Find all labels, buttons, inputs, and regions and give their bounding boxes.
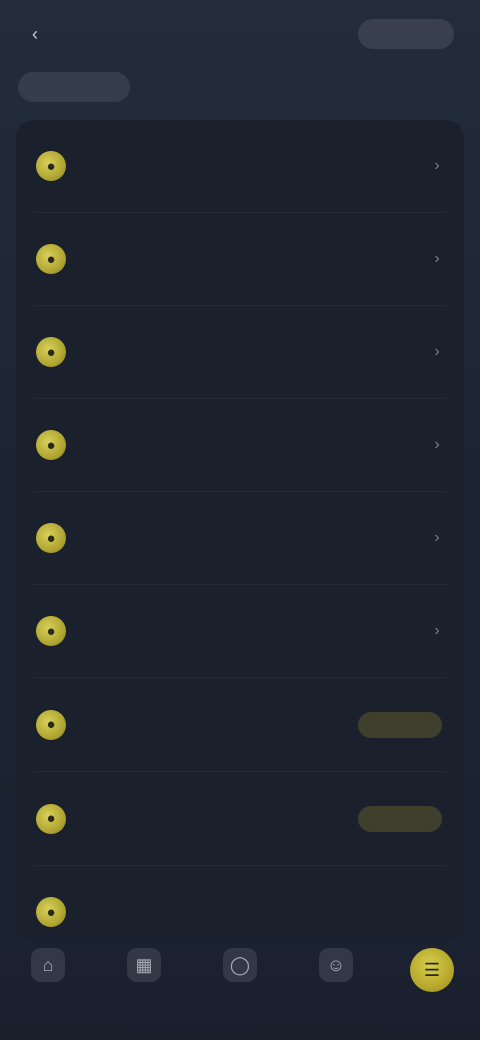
list-item[interactable]: ● › bbox=[34, 213, 446, 306]
home-icon: ⌂ bbox=[31, 948, 65, 982]
top-right-button[interactable] bbox=[358, 19, 454, 49]
chevron-right-icon: › bbox=[434, 622, 440, 639]
item-text bbox=[82, 722, 358, 728]
chevron-right-icon: › bbox=[434, 529, 440, 546]
list-item[interactable]: ● › bbox=[34, 120, 446, 213]
nav-item-center[interactable]: ◯ bbox=[200, 948, 280, 990]
grid-icon: ▦ bbox=[127, 948, 161, 982]
section-chip[interactable] bbox=[18, 72, 130, 102]
list-item[interactable]: ● bbox=[34, 678, 446, 772]
list-item[interactable]: ● bbox=[34, 772, 446, 866]
list-item[interactable]: ● › bbox=[34, 399, 446, 492]
list-item[interactable]: ● › bbox=[34, 306, 446, 399]
item-icon: ● bbox=[36, 523, 66, 553]
top-left-group: ‹ bbox=[26, 24, 54, 44]
item-icon: ● bbox=[36, 244, 66, 274]
item-icon: ● bbox=[36, 616, 66, 646]
item-icon: ● bbox=[36, 337, 66, 367]
nav-item-menu[interactable]: ☰ bbox=[392, 948, 472, 1000]
circle-icon: ◯ bbox=[223, 948, 257, 982]
item-icon: ● bbox=[36, 151, 66, 181]
item-icon: ● bbox=[36, 803, 66, 834]
chevron-right-icon: › bbox=[434, 157, 440, 174]
nav-item-user[interactable]: ☺ bbox=[296, 948, 376, 990]
item-icon: ● bbox=[36, 897, 66, 927]
item-icon: ● bbox=[36, 709, 66, 740]
chevron-right-icon: › bbox=[434, 343, 440, 360]
nav-item-grid[interactable]: ▦ bbox=[104, 948, 184, 990]
list-item[interactable]: ● bbox=[34, 866, 446, 940]
item-icon: ● bbox=[36, 430, 66, 460]
nav-item-home[interactable]: ⌂ bbox=[8, 948, 88, 990]
bottom-nav: ⌂ ▦ ◯ ☺ ☰ bbox=[0, 930, 480, 1040]
item-text bbox=[82, 816, 358, 822]
screen: ‹ ● › ● › ● › ● › ● › ● › ● ● ● ⌂ ▦ ◯ ☺ … bbox=[0, 0, 480, 1040]
list-item[interactable]: ● › bbox=[34, 585, 446, 678]
item-action-button[interactable] bbox=[358, 711, 442, 738]
top-bar: ‹ bbox=[0, 0, 480, 68]
menu-icon: ☰ bbox=[410, 948, 454, 992]
chevron-right-icon: › bbox=[434, 250, 440, 267]
back-arrow-icon[interactable]: ‹ bbox=[26, 24, 44, 44]
item-action-button[interactable] bbox=[358, 805, 442, 832]
list-item[interactable]: ● › bbox=[34, 492, 446, 585]
user-icon: ☺ bbox=[319, 948, 353, 982]
chevron-right-icon: › bbox=[434, 436, 440, 453]
settings-list: ● › ● › ● › ● › ● › ● › ● ● ● bbox=[16, 120, 464, 940]
